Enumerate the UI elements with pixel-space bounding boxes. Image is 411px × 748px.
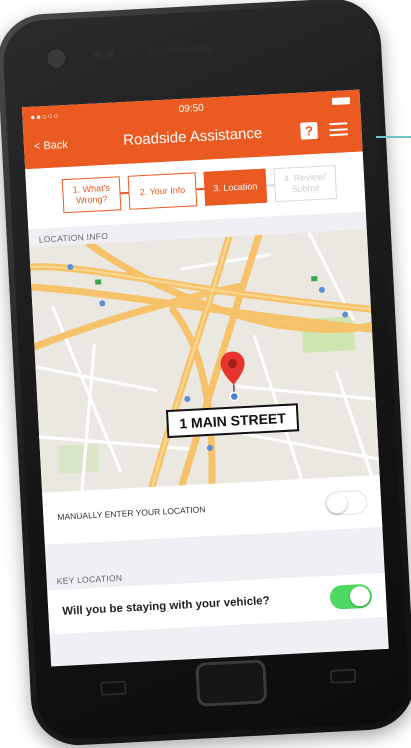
step-your-info[interactable]: 2. Your Info (127, 172, 198, 210)
back-soft-key[interactable] (329, 668, 357, 684)
callout-line (376, 136, 411, 138)
help-icon[interactable]: ? (300, 121, 318, 140)
step-location[interactable]: 3. Location (203, 168, 268, 206)
menu-soft-key[interactable] (100, 680, 127, 696)
phone-device: ●●○○○ 09:50 < Back Roadside Assistance ?… (0, 0, 411, 748)
app-screen: ●●○○○ 09:50 < Back Roadside Assistance ?… (21, 89, 389, 667)
stay-with-vehicle-toggle[interactable] (329, 583, 373, 610)
key-location-label: KEY LOCATION (56, 572, 123, 587)
battery-icon (331, 97, 351, 106)
location-map[interactable]: 1 MAIN STREET (26, 229, 380, 493)
step-connector (196, 187, 205, 190)
menu-icon[interactable] (329, 122, 348, 137)
home-button[interactable] (195, 659, 268, 707)
stay-with-vehicle-question: Will you be staying with your vehicle? (62, 594, 270, 618)
step-connector (266, 184, 275, 187)
step-review-submit[interactable]: 4. Review/Submit (273, 164, 338, 203)
map-pin-icon (220, 351, 245, 402)
map-graphic (26, 229, 380, 493)
step-whats-wrong[interactable]: 1. What's Wrong? (61, 176, 122, 214)
manual-location-toggle[interactable] (324, 489, 368, 516)
step-connector (120, 191, 129, 194)
manual-location-label: MANUALLY ENTER YOUR LOCATION (57, 504, 206, 522)
